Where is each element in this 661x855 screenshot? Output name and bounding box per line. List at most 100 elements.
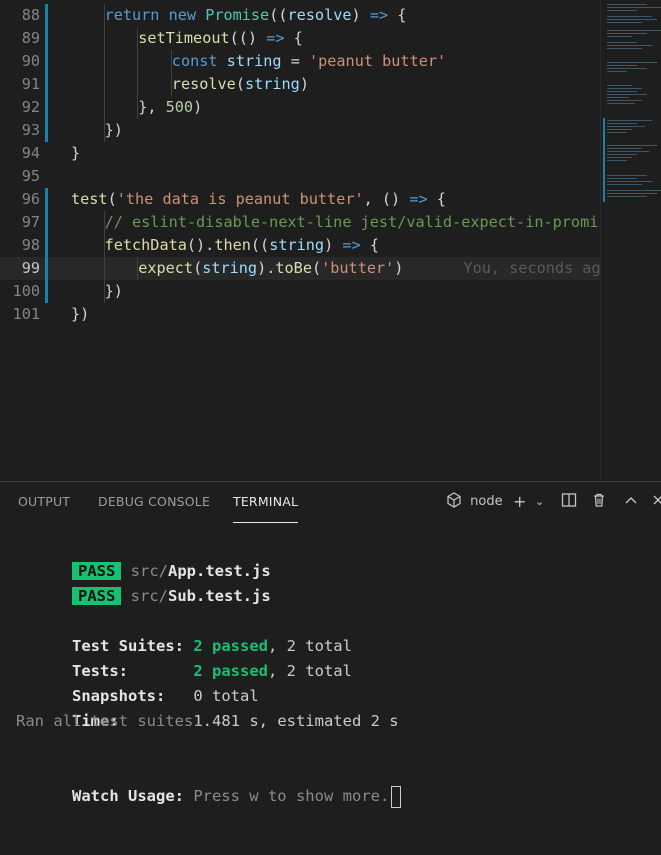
minimap-line [607,85,632,86]
minimap-line [607,190,661,191]
pass-badge: PASS [72,587,122,605]
code-line[interactable]: 97 // eslint-disable-next-line jest/valid… [0,211,617,234]
git-change-marker[interactable] [45,27,48,50]
code-text: // eslint-disable-next-line jest/valid-e… [104,213,617,231]
minimap-line [607,91,637,92]
minimap-line [607,126,645,127]
minimap-line [607,154,637,155]
minimap-line [607,65,637,66]
code-line[interactable]: 90 const string = 'peanut butter' [0,50,600,73]
git-change-marker[interactable] [45,188,48,211]
minimap-line [607,19,657,20]
code-text: }) [104,121,123,139]
tests-total: , 2 total [267,662,352,680]
line-number: 89 [21,29,40,47]
minimap-line [607,62,657,63]
code-line[interactable]: 93}) [0,119,600,142]
split-terminal-icon[interactable] [561,492,577,513]
result-dir: src/ [130,587,168,605]
chevron-down-icon[interactable]: ⌄ [535,492,544,512]
time-value: 1.481 s, estimated 2 s [193,712,399,730]
code-line[interactable]: 94} [0,142,600,165]
trash-icon[interactable] [591,492,607,513]
git-change-marker[interactable] [45,257,48,280]
minimap-line [607,45,652,46]
code-text: return new Promise((resolve) => { [104,6,407,24]
bottom-panel: OUTPUT DEBUG CONSOLE TERMINAL node + ⌄ P… [0,481,661,855]
ran-all-text: Ran all test suites. [16,712,203,730]
indent-guide [137,50,139,73]
minimap-line [607,196,647,197]
tests-summary: Tests: 2 passed, 2 total [16,634,352,680]
code-line[interactable]: 98 fetchData().then((string) => { [0,234,600,257]
minimap-line [607,68,647,69]
indent-guide [103,50,105,73]
code-text: test('the data is peanut butter', () => … [71,190,446,208]
indent-guide [103,27,105,50]
minimap-line [607,148,642,149]
minimap-line [607,71,627,72]
minimap-line [607,103,635,104]
git-change-marker[interactable] [45,119,48,142]
line-number: 95 [21,167,40,185]
code-text: fetchData().then((string) => { [104,236,379,254]
git-change-marker[interactable] [45,73,48,96]
git-change-marker[interactable] [45,211,48,234]
git-change-marker[interactable] [45,4,48,27]
tab-output[interactable]: OUTPUT [18,494,70,509]
terminal-shell-icon [447,492,461,508]
minimap-line [607,48,642,49]
line-number: 96 [21,190,40,208]
line-number: 88 [21,6,40,24]
maximize-panel-icon[interactable] [624,492,638,512]
minimap-line [607,36,632,37]
minimap-line [607,120,652,121]
code-line[interactable]: 92}, 500) [0,96,600,119]
watch-label: Watch Usage: [72,787,184,805]
code-line[interactable]: 101}) [0,303,600,326]
indent-guide [103,73,105,96]
terminal-name: node [470,494,503,509]
code-text: const string = 'peanut butter' [171,52,447,70]
code-text: resolve(string) [171,75,309,93]
code-line[interactable]: 95 [0,165,600,188]
test-result-row: PASS src/Sub.test.js [16,559,271,605]
minimap-line [607,100,642,101]
watch-usage-row: Watch Usage: Press w to show more. [16,759,402,808]
minimap-change-marker [603,118,605,202]
minimap-line [607,4,647,5]
code-line[interactable]: 91 resolve(string) [0,73,600,96]
minimap-line [607,160,627,161]
minimap-line [607,123,637,124]
tab-terminal[interactable]: TERMINAL [233,494,298,509]
minimap-line [607,10,637,11]
close-panel-icon[interactable] [652,492,661,512]
active-tab-indicator [233,522,298,523]
test-result-row: PASS src/App.test.js [16,534,271,580]
tab-debug-console[interactable]: DEBUG CONSOLE [98,494,210,509]
code-line[interactable]: 96 test('the data is peanut butter', () =… [0,188,600,211]
git-change-marker[interactable] [45,280,48,303]
minimap-line [607,22,642,23]
line-number: 90 [21,52,40,70]
code-editor[interactable]: 88 return new Promise((resolve) => { 89 set… [0,0,661,480]
git-change-marker[interactable] [45,50,48,73]
git-change-marker[interactable] [45,96,48,119]
line-number: 100 [12,282,40,300]
minimap-line [607,7,661,8]
new-terminal-icon[interactable]: + [513,492,526,512]
minimap-line [607,178,637,179]
git-change-marker[interactable] [45,234,48,257]
minimap[interactable] [600,0,661,480]
code-text: }, 500) [138,98,203,116]
code-line[interactable]: 99 expect(string).toBe('butter') You, seco… [0,257,646,280]
code-line[interactable]: 88 return new Promise((resolve) => { [0,4,600,27]
result-file: Sub.test.js [168,587,271,605]
minimap-line [607,97,629,98]
minimap-line [607,30,661,31]
minimap-line [607,42,637,43]
terminal-selector[interactable]: node [446,492,503,509]
minimap-line [607,88,642,89]
code-line[interactable]: 100}) [0,280,600,303]
code-line[interactable]: 89 setTimeout(() => { [0,27,600,50]
